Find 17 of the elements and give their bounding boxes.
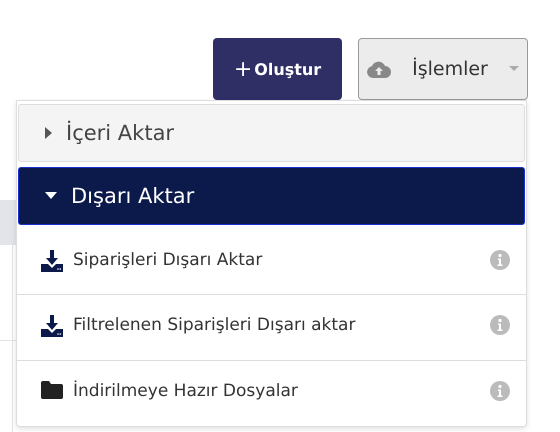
folder-icon <box>41 380 63 399</box>
menu-item[interactable]: Filtrelenen Siparişleri Dışarı aktar <box>17 295 526 361</box>
menu-item[interactable]: Siparişleri Dışarı Aktar <box>17 230 526 296</box>
accordion-header[interactable]: İçeri Aktar <box>18 104 525 162</box>
download-icon <box>41 315 63 338</box>
info-icon[interactable] <box>490 380 510 401</box>
create-button[interactable]: +Oluştur <box>213 38 342 100</box>
cloud-upload-icon <box>367 60 391 78</box>
caret-down-icon <box>45 192 57 200</box>
accordion-header[interactable]: Dışarı Aktar <box>18 167 525 226</box>
menu-item[interactable]: İndirilmeye Hazır Dosyalar <box>17 360 526 426</box>
caret-down-icon <box>509 66 519 72</box>
info-icon[interactable] <box>490 315 510 336</box>
actions-dropdown-button[interactable]: İşlemler <box>358 38 528 100</box>
caret-right-icon <box>45 127 52 140</box>
info-icon[interactable] <box>490 250 510 270</box>
download-icon <box>41 250 63 272</box>
